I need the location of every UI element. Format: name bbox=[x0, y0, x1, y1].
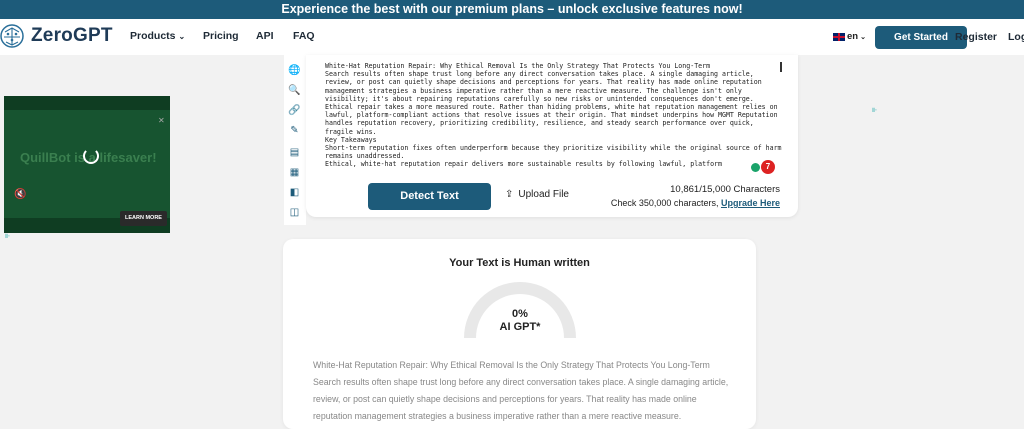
text-input-area[interactable]: White-Hat Reputation Repair: Why Ethical… bbox=[325, 62, 785, 180]
advertisement[interactable]: ✕ QuillBot is a lifesaver! 🔇 LEARN MORE bbox=[4, 96, 170, 233]
document-icon[interactable]: ▤ bbox=[288, 147, 301, 159]
scrollbar[interactable] bbox=[780, 62, 782, 72]
login-link[interactable]: Log bbox=[1008, 31, 1024, 43]
grammarly-badge-icon[interactable] bbox=[751, 163, 760, 172]
nav-api[interactable]: API bbox=[256, 30, 274, 42]
edit-icon[interactable]: ✎ bbox=[288, 125, 301, 137]
search-doc-icon[interactable]: 🔍 bbox=[288, 85, 301, 97]
chevron-down-icon: ⌄ bbox=[860, 33, 866, 41]
upload-icon: ⇪ bbox=[505, 189, 514, 200]
nav-products[interactable]: Products ⌄ bbox=[130, 30, 185, 42]
logo-text: ZeroGPT bbox=[31, 25, 113, 46]
logo[interactable]: ZeroGPT bbox=[0, 23, 113, 49]
grid-icon[interactable]: ▦ bbox=[288, 167, 301, 179]
detect-text-button[interactable]: Detect Text bbox=[368, 183, 491, 210]
upgrade-note: Check 350,000 characters, Upgrade Here bbox=[600, 198, 780, 208]
book-icon[interactable]: ◫ bbox=[288, 207, 301, 219]
upgrade-link[interactable]: Upgrade Here bbox=[721, 198, 780, 208]
globe-icon[interactable]: 🌐 bbox=[288, 65, 301, 77]
adchoices-icon[interactable]: ⊪ bbox=[872, 107, 877, 114]
ai-percentage: 0% bbox=[512, 308, 528, 320]
ad-close-icon[interactable]: ✕ bbox=[158, 116, 165, 125]
get-started-button[interactable]: Get Started bbox=[875, 26, 967, 49]
register-link[interactable]: Register bbox=[955, 31, 997, 43]
result-card: Your Text is Human written 0% AI GPT* Wh… bbox=[283, 239, 756, 429]
mute-icon[interactable]: 🔇 bbox=[14, 189, 26, 200]
replay-icon[interactable] bbox=[83, 148, 99, 164]
promo-banner[interactable]: Experience the best with our premium pla… bbox=[0, 0, 1024, 19]
top-navbar: ZeroGPT Products ⌄ Pricing API FAQ en ⌄ … bbox=[0, 19, 1024, 55]
character-count: 10,861/15,000 Characters bbox=[670, 184, 780, 195]
adchoices-icon[interactable]: ⊪ bbox=[5, 233, 10, 240]
chevron-down-icon: ⌄ bbox=[178, 32, 186, 41]
language-selector[interactable]: en ⌄ bbox=[833, 31, 866, 42]
brain-logo-icon bbox=[0, 23, 24, 49]
result-text: White-Hat Reputation Repair: Why Ethical… bbox=[313, 360, 729, 421]
upload-label: Upload File bbox=[518, 189, 569, 200]
upgrade-note-text: Check 350,000 characters, bbox=[610, 198, 719, 208]
translate-icon[interactable]: ◧ bbox=[288, 187, 301, 199]
editor-toolbar: 🌐 🔍 🔗 ✎ ▤ ▦ ◧ ◫ bbox=[284, 55, 306, 225]
ai-gauge-label: AI GPT* bbox=[499, 321, 541, 333]
error-count-badge[interactable]: 7 bbox=[761, 160, 775, 174]
link-icon[interactable]: 🔗 bbox=[288, 105, 301, 117]
result-title: Your Text is Human written bbox=[449, 257, 590, 269]
uk-flag-icon bbox=[833, 32, 845, 41]
upload-file-button[interactable]: ⇪ Upload File bbox=[505, 189, 569, 200]
nav-products-label: Products bbox=[130, 30, 176, 42]
learn-more-button[interactable]: LEARN MORE bbox=[120, 211, 167, 226]
nav-pricing[interactable]: Pricing bbox=[203, 30, 239, 42]
language-label: en bbox=[847, 31, 859, 42]
nav-faq[interactable]: FAQ bbox=[293, 30, 315, 42]
